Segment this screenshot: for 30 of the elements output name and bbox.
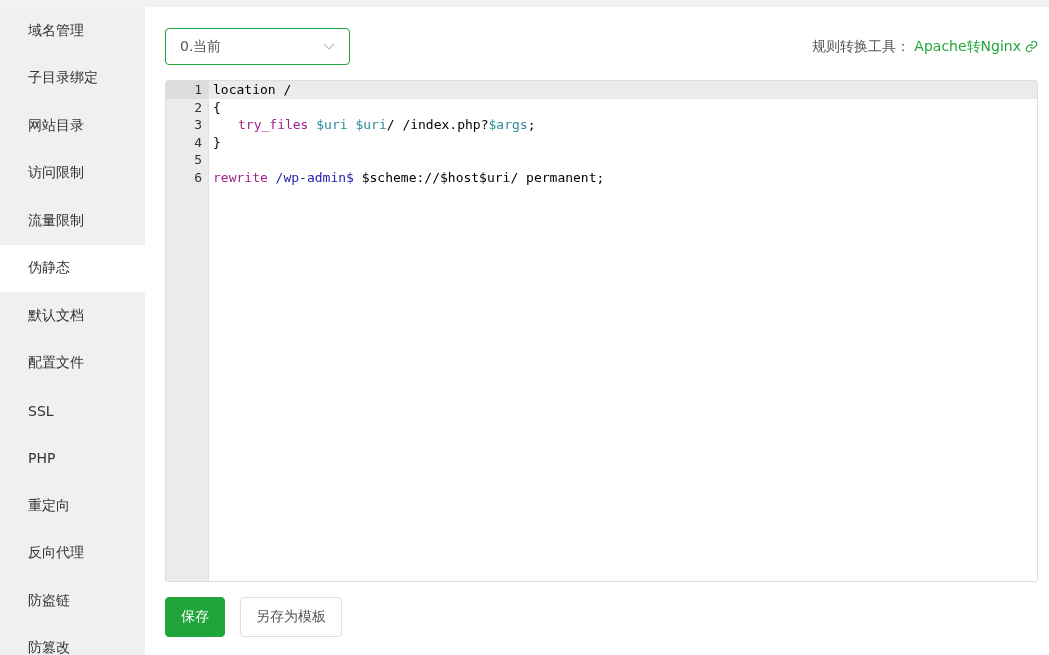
sidebar-item[interactable]: 域名管理 <box>0 7 145 55</box>
sidebar-item[interactable]: 反向代理 <box>0 529 145 577</box>
chevron-down-icon <box>323 43 335 50</box>
template-select[interactable]: 0.当前 <box>165 28 350 65</box>
sidebar-item[interactable]: 子目录绑定 <box>0 54 145 102</box>
line-number: 5 <box>193 151 203 169</box>
code-line: try_files $uri $uri/ /index.php?$args; <box>237 116 537 134</box>
line-number: 1 <box>166 81 208 99</box>
save-as-template-button[interactable]: 另存为模板 <box>240 597 342 637</box>
code-editor[interactable]: 1 2 3 4 5 6 location / { try_files $uri $uri/ /index.php?$args; } rewrite /wp-admin$ $scheme://$host$uri/ permanent; <box>165 80 1038 582</box>
sidebar-item[interactable]: PHP <box>0 434 145 482</box>
sidebar-item[interactable]: 伪静态 <box>0 244 145 292</box>
code-line: { <box>212 98 222 116</box>
sidebar-item[interactable]: 配置文件 <box>0 339 145 387</box>
code-line: } <box>212 133 222 151</box>
sidebar-item[interactable]: 防盗链 <box>0 577 145 625</box>
link-icon <box>1025 40 1038 53</box>
sidebar-item[interactable]: SSL <box>0 387 145 435</box>
line-number: 4 <box>193 133 203 151</box>
code-line: rewrite /wp-admin$ $scheme://$host$uri/ permanent; <box>212 168 606 186</box>
sidebar-item[interactable]: 默认文档 <box>0 292 145 340</box>
sidebar-item[interactable]: 防篡改 <box>0 624 145 655</box>
sidebar-item[interactable]: 网站目录 <box>0 102 145 150</box>
line-number: 2 <box>193 98 203 116</box>
line-number: 6 <box>193 168 203 186</box>
line-number: 3 <box>193 116 203 134</box>
converter-label: 规则转换工具： <box>812 37 911 56</box>
sidebar-item[interactable]: 重定向 <box>0 482 145 530</box>
sidebar-item[interactable]: 流量限制 <box>0 197 145 245</box>
sidebar-item[interactable]: 访问限制 <box>0 149 145 197</box>
